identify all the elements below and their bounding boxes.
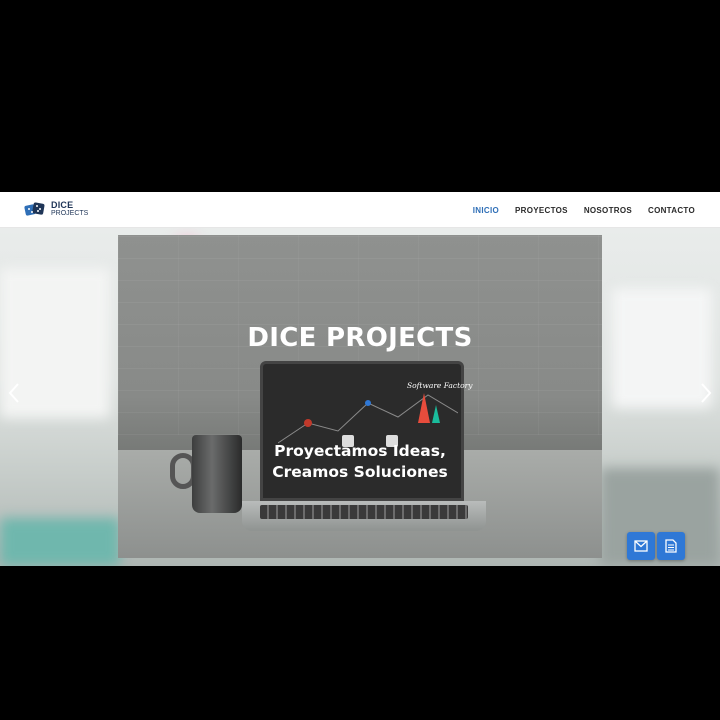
laptop-keyboard: [260, 505, 468, 519]
nav-item-nosotros[interactable]: NOSOTROS: [584, 206, 632, 215]
logo-title: DICE: [51, 200, 74, 210]
mail-button[interactable]: [627, 532, 655, 560]
main-nav: INICIO PROYECTOS NOSOTROS CONTACTO: [473, 192, 695, 228]
chevron-right-icon[interactable]: [698, 378, 714, 408]
software-factory-label: Software Factory: [407, 381, 473, 390]
hero-title: DICE PROJECTS: [247, 323, 473, 353]
document-button[interactable]: [657, 532, 685, 560]
hero-subtitle-line1: Proyectamos Ideas,: [274, 442, 446, 460]
chevron-left-icon[interactable]: [6, 378, 22, 408]
hero-carousel: Software Factory DICE PROJECTS Proyectam…: [0, 228, 720, 566]
hero-subtitle: Proyectamos Ideas, Creamos Soluciones: [118, 441, 602, 483]
mail-icon: [634, 540, 648, 552]
brand-logo[interactable]: DICE PROJECTS: [24, 200, 88, 218]
browser-viewport: DICE PROJECTS INICIO PROYECTOS NOSOTROS …: [0, 192, 720, 566]
hero-subtitle-line2: Creamos Soluciones: [272, 463, 448, 481]
logo-subtitle: PROJECTS: [51, 210, 89, 217]
nav-item-inicio[interactable]: INICIO: [473, 206, 499, 215]
background-shape: [612, 288, 712, 408]
nav-item-contacto[interactable]: CONTACTO: [648, 206, 695, 215]
navbar: DICE PROJECTS INICIO PROYECTOS NOSOTROS …: [0, 192, 720, 228]
background-shape: [0, 518, 120, 566]
document-icon: [665, 539, 677, 553]
carousel-slide: Software Factory DICE PROJECTS Proyectam…: [118, 235, 602, 558]
dice-icon: [24, 200, 48, 218]
nav-item-proyectos[interactable]: PROYECTOS: [515, 206, 568, 215]
